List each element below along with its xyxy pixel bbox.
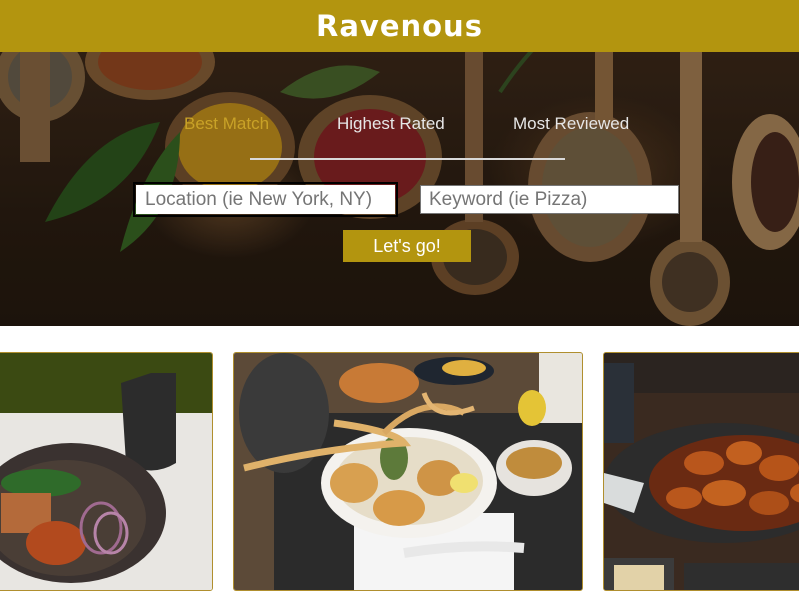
sort-option-highest-rated[interactable]: Highest Rated bbox=[337, 114, 445, 134]
app-title: Ravenous bbox=[316, 9, 483, 43]
business-card[interactable] bbox=[233, 352, 583, 591]
business-list bbox=[0, 352, 799, 591]
business-image-tempura-ramen bbox=[234, 353, 582, 590]
business-card[interactable] bbox=[603, 352, 799, 591]
sort-options: Best Match Highest Rated Most Reviewed bbox=[0, 114, 799, 138]
hero-overlay bbox=[0, 52, 799, 326]
sort-divider bbox=[250, 158, 565, 160]
location-input[interactable] bbox=[133, 182, 398, 217]
search-submit-button[interactable]: Let's go! bbox=[343, 230, 471, 262]
business-image-glazed-chicken bbox=[604, 353, 799, 590]
business-card[interactable] bbox=[0, 352, 213, 591]
search-bar-hero: Best Match Highest Rated Most Reviewed L… bbox=[0, 52, 799, 326]
sort-option-best-match[interactable]: Best Match bbox=[184, 114, 269, 134]
business-image-noodle-bowl bbox=[0, 353, 212, 590]
keyword-input[interactable] bbox=[420, 185, 679, 214]
app-header: Ravenous bbox=[0, 0, 799, 52]
sort-option-most-reviewed[interactable]: Most Reviewed bbox=[513, 114, 629, 134]
